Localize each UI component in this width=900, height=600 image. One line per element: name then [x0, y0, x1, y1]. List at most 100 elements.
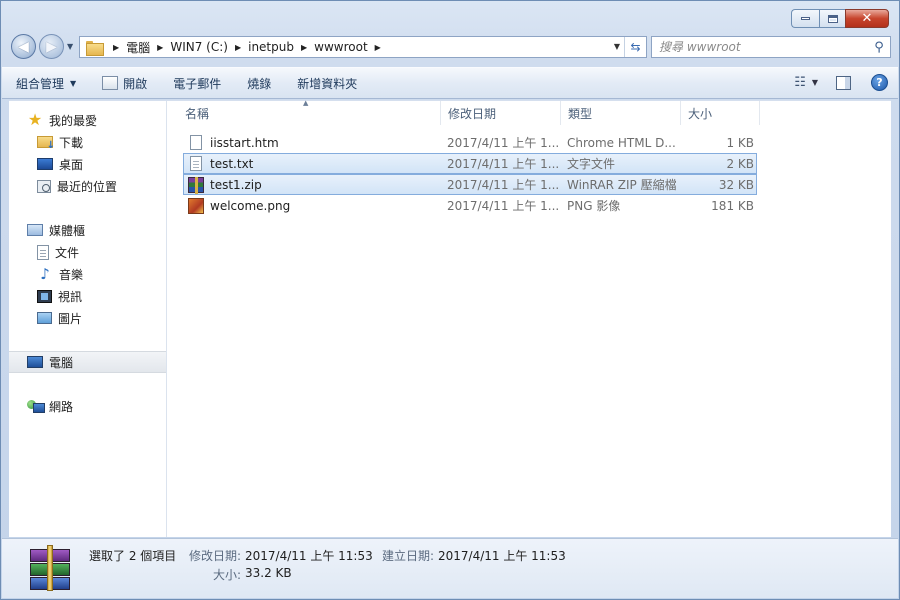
file-size: 1 KB	[726, 135, 754, 150]
maximize-button[interactable]	[819, 9, 845, 28]
column-header-size[interactable]: 大小	[681, 101, 760, 125]
sidebar-item-label: 文件	[55, 245, 80, 260]
back-button[interactable]: ◀	[11, 34, 36, 59]
explorer-window: ✕ ◀ ▶ ▼ ▶ 電腦 ▶ WIN7 (C:) ▶ inetpub ▶ www…	[0, 0, 900, 600]
file-type: 文字文件	[567, 157, 616, 171]
created-date-value: 2017/4/11 上午 11:53	[438, 549, 566, 563]
sidebar-item-label: 下載	[59, 135, 84, 150]
created-date-label: 建立日期:	[382, 549, 435, 563]
sidebar-item-network[interactable]: 網路	[9, 395, 166, 417]
file-row[interactable]: test1.zip 2017/4/11 上午 1... WinRAR ZIP 壓…	[183, 174, 757, 195]
file-size: 32 KB	[718, 177, 754, 192]
search-input[interactable]	[652, 40, 868, 54]
winrar-zip-icon	[188, 176, 204, 194]
file-date: 2017/4/11 上午 1...	[447, 136, 560, 150]
computer-group: 電腦	[9, 351, 166, 373]
sidebar-item-label: 音樂	[59, 267, 84, 282]
file-type: WinRAR ZIP 壓縮檔	[567, 178, 677, 192]
desktop-icon	[37, 158, 53, 170]
open-button[interactable]: 開啟	[102, 75, 147, 92]
picture-icon	[37, 312, 52, 324]
favorites-group: ★ 我的最愛 下載 桌面 最近的位置	[9, 109, 166, 197]
size-value: 33.2 KB	[245, 566, 292, 580]
breadcrumb-drive[interactable]: WIN7 (C:)	[170, 40, 228, 54]
recent-pages-dropdown[interactable]: ▼	[67, 42, 73, 51]
organize-label: 組合管理	[16, 76, 65, 91]
sidebar-item-libraries[interactable]: 媒體櫃	[9, 219, 166, 241]
breadcrumb-chevron-icon[interactable]: ▶	[235, 43, 241, 52]
file-size: 2 KB	[726, 156, 754, 171]
preview-pane-icon[interactable]	[836, 75, 851, 90]
file-row[interactable]: iisstart.htm 2017/4/11 上午 1... Chrome HT…	[183, 132, 757, 153]
sidebar-item-music[interactable]: ♪ 音樂	[9, 263, 166, 285]
modified-date-value: 2017/4/11 上午 11:53	[245, 549, 373, 563]
file-row[interactable]: welcome.png 2017/4/11 上午 1... PNG 影像 181…	[183, 195, 757, 216]
sidebar-item-computer[interactable]: 電腦	[9, 351, 166, 373]
file-row[interactable]: test.txt 2017/4/11 上午 1... 文字文件 2 KB	[183, 153, 757, 174]
burn-label: 燒錄	[247, 76, 272, 91]
breadcrumb-chevron-icon[interactable]: ▶	[301, 43, 307, 52]
png-image-icon	[188, 197, 204, 214]
file-name-cell: test1.zip	[184, 176, 442, 194]
file-list: iisstart.htm 2017/4/11 上午 1... Chrome HT…	[183, 132, 757, 216]
command-bar-right: ☷ ▼ ?	[794, 74, 888, 91]
file-name-cell: test.txt	[184, 156, 442, 171]
column-header-date[interactable]: 修改日期	[441, 101, 561, 125]
view-options-dropdown[interactable]: ▼	[812, 78, 818, 87]
sidebar-item-documents[interactable]: 文件	[9, 241, 166, 263]
document-icon	[37, 244, 49, 260]
column-header-type[interactable]: 類型	[561, 101, 681, 125]
file-date: 2017/4/11 上午 1...	[447, 199, 560, 213]
sidebar-item-videos[interactable]: 視訊	[9, 285, 166, 307]
open-label: 開啟	[123, 76, 148, 91]
change-view-icon[interactable]: ☷	[794, 75, 806, 90]
details-pane: 選取了 2 個項目 修改日期: 2017/4/11 上午 11:53 建立日期:…	[2, 538, 898, 598]
back-arrow-icon: ◀	[18, 38, 29, 55]
column-header-label: 類型	[568, 106, 593, 121]
file-list-pane[interactable]: 名稱 ▲ 修改日期 類型 大小 iisstart.htm 2017/4/11 上…	[168, 99, 891, 537]
address-bar[interactable]: ▶ 電腦 ▶ WIN7 (C:) ▶ inetpub ▶ wwwroot ▶ ▼…	[79, 36, 647, 58]
refresh-button[interactable]: ⇆	[624, 37, 646, 57]
search-box[interactable]: ⚲	[651, 36, 891, 58]
close-button[interactable]: ✕	[845, 9, 889, 28]
libraries-group: 媒體櫃 文件 ♪ 音樂 視訊 圖片	[9, 219, 166, 329]
help-icon[interactable]: ?	[871, 74, 888, 91]
navigation-row: ◀ ▶ ▼ ▶ 電腦 ▶ WIN7 (C:) ▶ inetpub ▶ wwwro…	[9, 33, 891, 61]
address-dropdown-icon[interactable]: ▼	[614, 42, 620, 51]
navigation-pane[interactable]: ★ 我的最愛 下載 桌面 最近的位置	[9, 101, 167, 537]
minimize-button[interactable]	[791, 9, 819, 28]
column-header-name[interactable]: 名稱 ▲	[178, 99, 441, 125]
burn-button[interactable]: 燒錄	[247, 75, 271, 92]
modified-date-label: 修改日期:	[189, 549, 242, 563]
breadcrumb-chevron-icon[interactable]: ▶	[113, 43, 119, 52]
sidebar-item-label: 我的最愛	[49, 113, 98, 128]
sidebar-item-downloads[interactable]: 下載	[9, 131, 166, 153]
close-icon: ✕	[861, 11, 873, 26]
file-name-cell: welcome.png	[184, 197, 442, 214]
breadcrumb-computer[interactable]: 電腦	[126, 39, 150, 56]
file-type: Chrome HTML D...	[567, 135, 676, 150]
sidebar-item-desktop[interactable]: 桌面	[9, 153, 166, 175]
sidebar-item-favorites[interactable]: ★ 我的最愛	[9, 109, 166, 131]
new-folder-button[interactable]: 新增資料夾	[297, 75, 357, 92]
breadcrumb-wwwroot[interactable]: wwwroot	[314, 40, 368, 54]
selection-summary: 選取了 2 個項目	[89, 549, 177, 563]
file-type: PNG 影像	[567, 199, 621, 213]
breadcrumb-chevron-icon[interactable]: ▶	[157, 43, 163, 52]
forward-button[interactable]: ▶	[39, 34, 64, 59]
file-date: 2017/4/11 上午 1...	[447, 157, 560, 171]
breadcrumb-inetpub[interactable]: inetpub	[248, 40, 294, 54]
chevron-down-icon: ▼	[70, 78, 77, 88]
organize-button[interactable]: 組合管理 ▼	[16, 75, 76, 92]
computer-icon	[27, 356, 43, 368]
breadcrumb-chevron-icon[interactable]: ▶	[375, 43, 381, 52]
sidebar-item-label: 圖片	[58, 311, 83, 326]
sidebar-item-pictures[interactable]: 圖片	[9, 307, 166, 329]
file-name: test1.zip	[210, 177, 262, 192]
text-file-icon	[190, 156, 202, 171]
sidebar-item-recent[interactable]: 最近的位置	[9, 175, 166, 197]
search-icon[interactable]: ⚲	[868, 40, 890, 55]
file-size: 181 KB	[711, 198, 754, 213]
content-area: ★ 我的最愛 下載 桌面 最近的位置	[9, 99, 891, 537]
email-button[interactable]: 電子郵件	[173, 75, 221, 92]
